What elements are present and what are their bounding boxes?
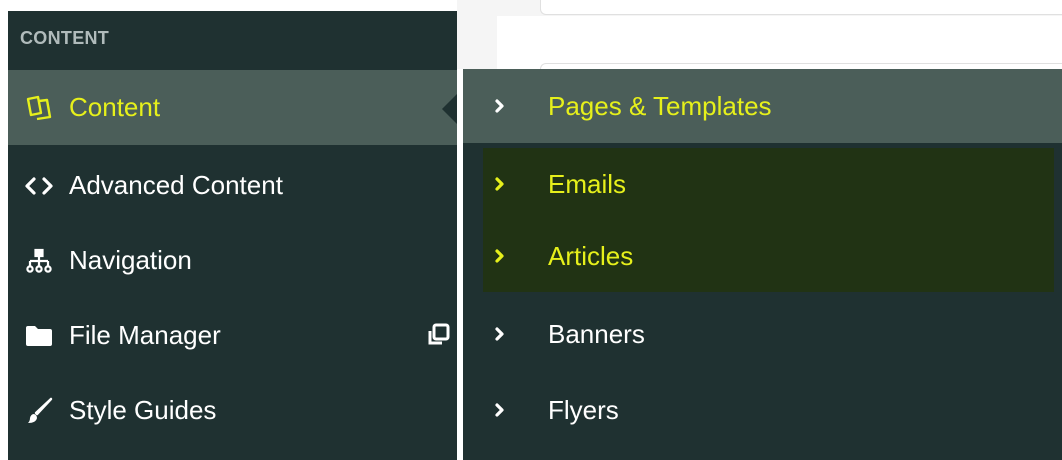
sidebar-item-file-manager[interactable]: File Manager [8,298,457,373]
sidebar-item-navigation[interactable]: Navigation [8,223,457,298]
chevron-right-icon [493,98,513,114]
submenu-item-banners[interactable]: Banners [463,298,1062,370]
chevron-right-icon [493,248,513,264]
chevron-right-icon [493,176,513,192]
submenu-item-label: Pages & Templates [548,90,772,121]
chevron-right-icon [493,326,513,342]
sidebar-item-label: Advanced Content [69,170,283,200]
submenu-item-flyers[interactable]: Flyers [463,374,1062,446]
sidebar-item-label: Style Guides [69,395,217,425]
content-card-top [540,0,1062,15]
sidebar: CONTENT Content Advanced Content Navigat… [8,11,458,460]
submenu-item-label: Articles [548,240,634,271]
sitemap-icon [19,246,59,276]
submenu-item-label: Emails [548,168,627,199]
external-window-icon[interactable] [425,322,451,348]
chevron-right-icon [493,402,513,418]
sidebar-item-style-guides[interactable]: Style Guides [8,373,457,448]
sidebar-item-content[interactable]: Content [8,70,458,145]
content-pages-icon [19,93,59,123]
content-submenu: Pages & Templates Emails Articles Banner… [463,69,1062,460]
submenu-item-pages-templates[interactable]: Pages & Templates [463,69,1062,143]
sidebar-section-header: CONTENT [20,28,110,48]
sidebar-item-label: File Manager [69,320,221,350]
sidebar-item-label: Navigation [69,245,192,275]
brush-icon [19,396,59,426]
submenu-item-emails[interactable]: Emails [483,148,1054,220]
submenu-item-label: Flyers [548,394,619,425]
sidebar-item-advanced-content[interactable]: Advanced Content [8,148,457,223]
submenu-item-articles[interactable]: Articles [483,220,1054,292]
sidebar-item-label: Content [69,92,161,122]
folder-icon [19,321,59,351]
submenu-item-label: Banners [548,318,645,349]
code-icon [19,171,59,201]
active-caret-indicator [442,93,458,125]
